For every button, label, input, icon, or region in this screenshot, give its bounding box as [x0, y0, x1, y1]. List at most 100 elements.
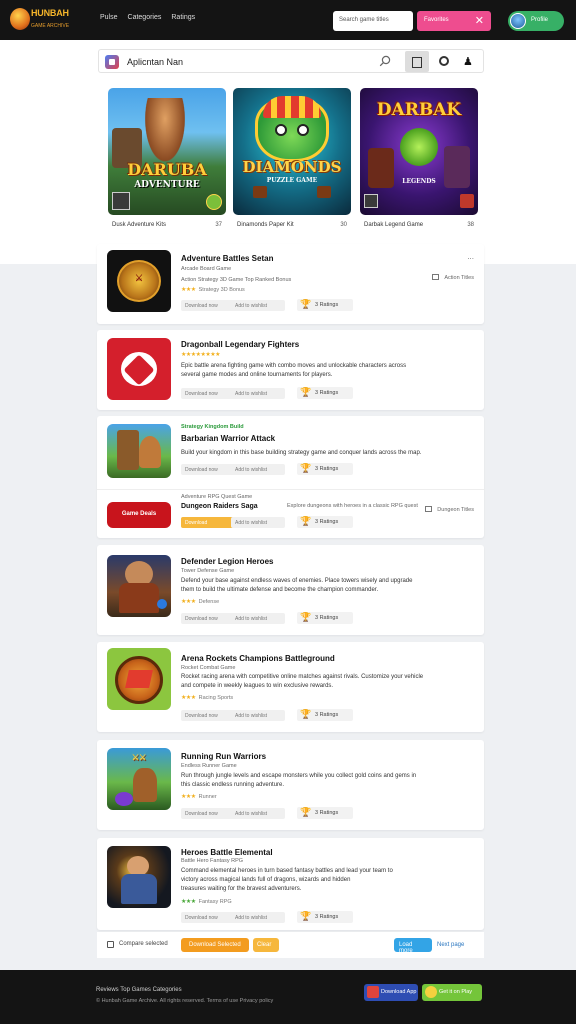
list-item[interactable]: Heroes Battle Elemental Battle Hero Fant… [97, 838, 484, 930]
game-title[interactable]: Adventure Battles Setan [181, 254, 273, 263]
select-checkbox[interactable] [107, 941, 114, 948]
download-button[interactable]: Download now [181, 300, 235, 311]
refresh-icon[interactable] [439, 56, 449, 66]
list-item[interactable]: Dragonball Legendary Fighters ★★★★★★★★ E… [97, 330, 484, 410]
featured-card[interactable]: DARUBA ADVENTURE Dusk Adventure Kits 37 [108, 88, 226, 242]
bookmark-icon[interactable] [405, 51, 429, 72]
trophy-icon: 🏆 [300, 387, 312, 397]
user-menu-button[interactable]: Profile [508, 11, 564, 31]
wishlist-button[interactable]: Add to wishlist [231, 464, 285, 475]
download-button[interactable]: Download now [181, 388, 235, 399]
wishlist-button[interactable]: Add to wishlist [231, 300, 285, 311]
game-thumbnail [107, 555, 171, 617]
download-button[interactable]: Download [181, 517, 235, 528]
game-thumbnail [107, 338, 171, 400]
game-title[interactable]: Dragonball Legendary Fighters [181, 340, 299, 349]
app-store-label: Download App [381, 989, 417, 995]
wishlist-button[interactable]: Add to wishlist [231, 388, 285, 399]
wishlist-button[interactable]: Add to wishlist [231, 912, 285, 923]
download-button[interactable]: Download now [181, 464, 235, 475]
game-thumbnail [107, 846, 171, 908]
featured-art-title: DARBAK [376, 100, 462, 120]
nav-item-pulse[interactable]: Pulse [100, 14, 118, 21]
load-more-button[interactable]: Load more [394, 938, 432, 954]
game-thumbnail [107, 648, 171, 710]
bulk-actions-bar: Compare selected Download Selected Clear… [97, 932, 484, 958]
wishlist-button[interactable]: Add to wishlist [231, 710, 285, 721]
favorites-button[interactable]: Favorites ✕ [417, 11, 491, 31]
featured-art-title: DARUBA [127, 160, 207, 179]
category-label: Action Titles [444, 275, 474, 281]
logo-subtitle: GAME ARCHIVE [31, 23, 70, 29]
star-rating: ★★★ Fantasy RPG [181, 898, 232, 905]
game-title[interactable]: Arena Rockets Champions Battleground [181, 654, 335, 663]
game-title[interactable]: Running Run Warriors [181, 752, 266, 761]
featured-count: 30 [340, 222, 347, 228]
trophy-icon: 🏆 [300, 807, 312, 817]
header-search-input[interactable]: Search game titles [333, 11, 413, 31]
game-meta: Tower Defense Game [181, 568, 235, 574]
clear-button[interactable]: Clear [253, 938, 279, 952]
star-rating: ★★★ Racing Sports [181, 694, 233, 701]
play-store-button[interactable]: Get it on Play [422, 984, 482, 1001]
search-input[interactable]: Aplicntan Nan [127, 57, 183, 67]
footer-links[interactable]: Reviews Top Games Categories [96, 987, 182, 993]
featured-caption: Dusk Adventure Kits [112, 222, 167, 228]
download-button[interactable]: Download now [181, 808, 235, 819]
list-item[interactable]: ⚔ Adventure Battles Setan Arcade Board G… [97, 244, 484, 324]
wishlist-button[interactable]: Add to wishlist [231, 613, 285, 624]
download-button[interactable]: Download now [181, 912, 235, 923]
user-icon[interactable]: ♟ [463, 55, 473, 68]
featured-card[interactable]: DARBAK LEGENDS Darbak Legend Game 38 [360, 88, 478, 242]
description-line: Command elemental heroes in turn based f… [181, 868, 393, 874]
site-logo[interactable]: HUNBAH GAME ARCHIVE [10, 6, 84, 34]
wishlist-button[interactable]: Add to wishlist [231, 808, 285, 819]
wishlist-button[interactable]: Add to wishlist [231, 517, 285, 528]
main-nav: Pulse Categories Ratings [100, 14, 195, 21]
rating-badge[interactable]: 🏆 3 Ratings [297, 807, 353, 819]
list-item[interactable]: Defender Legion Heroes Tower Defense Gam… [97, 545, 484, 635]
download-button[interactable]: Download now [181, 710, 235, 721]
rating-badge[interactable]: 🏆 3 Ratings [297, 463, 353, 475]
game-thumbnail [107, 424, 171, 478]
rating-badge[interactable]: 🏆 3 Ratings [297, 911, 353, 923]
featured-count: 37 [215, 222, 222, 228]
rating-badge[interactable]: 🏆 3 Ratings [297, 387, 353, 399]
favorites-label: Favorites [424, 17, 449, 23]
rating-badge[interactable]: 🏆 3 Ratings [297, 299, 353, 311]
next-page-link[interactable]: Next page [437, 942, 464, 948]
avatar [510, 13, 526, 29]
rating-badge[interactable]: 🏆 3 Ratings [297, 709, 353, 721]
featured-card[interactable]: DIAMONDS PUZZLE GAME Dinamonds Paper Kit… [233, 88, 351, 242]
trophy-icon: 🏆 [300, 709, 312, 719]
deals-badge[interactable]: Game Deals [107, 502, 171, 528]
app-store-button[interactable]: Download App [364, 984, 418, 1001]
game-title[interactable]: Barbarian Warrior Attack [181, 434, 275, 443]
game-thumbnail: ⚔ [107, 250, 171, 312]
list-item[interactable]: Strategy Kingdom Build Barbarian Warrior… [97, 416, 484, 538]
more-options-icon[interactable]: ... [467, 252, 474, 261]
category-link[interactable]: Action Titles [432, 274, 474, 281]
search-icon[interactable] [379, 55, 391, 67]
list-item[interactable]: ⚔⚔ Running Run Warriors Endless Runner G… [97, 740, 484, 830]
download-button[interactable]: Download now [181, 613, 235, 624]
nav-item-ratings[interactable]: Ratings [171, 14, 195, 21]
description-line: Run through jungle levels and escape mon… [181, 773, 417, 779]
rating-badge[interactable]: 🏆 3 Ratings [297, 516, 353, 528]
trophy-icon: 🏆 [300, 463, 312, 473]
nav-item-categories[interactable]: Categories [128, 14, 162, 21]
featured-image: DARUBA ADVENTURE [108, 88, 226, 215]
download-selected-button[interactable]: Download Selected [181, 938, 249, 952]
divider [97, 489, 484, 490]
close-icon[interactable]: ✕ [475, 14, 484, 27]
footer-copyright: © Hunbah Game Archive. All rights reserv… [96, 998, 274, 1004]
category-link[interactable]: Dungeon Titles [425, 506, 474, 513]
game-title[interactable]: Defender Legion Heroes [181, 557, 273, 566]
rating-badge[interactable]: 🏆 3 Ratings [297, 612, 353, 624]
game-title[interactable]: Dungeon Raiders Saga [181, 503, 258, 510]
game-genre-tag: Strategy Kingdom Build [181, 424, 244, 430]
game-title[interactable]: Heroes Battle Elemental [181, 848, 273, 857]
list-item[interactable]: Arena Rockets Champions Battleground Roc… [97, 642, 484, 732]
logo-emblem-icon [10, 8, 30, 30]
rating-count: 3 Ratings [315, 712, 339, 718]
